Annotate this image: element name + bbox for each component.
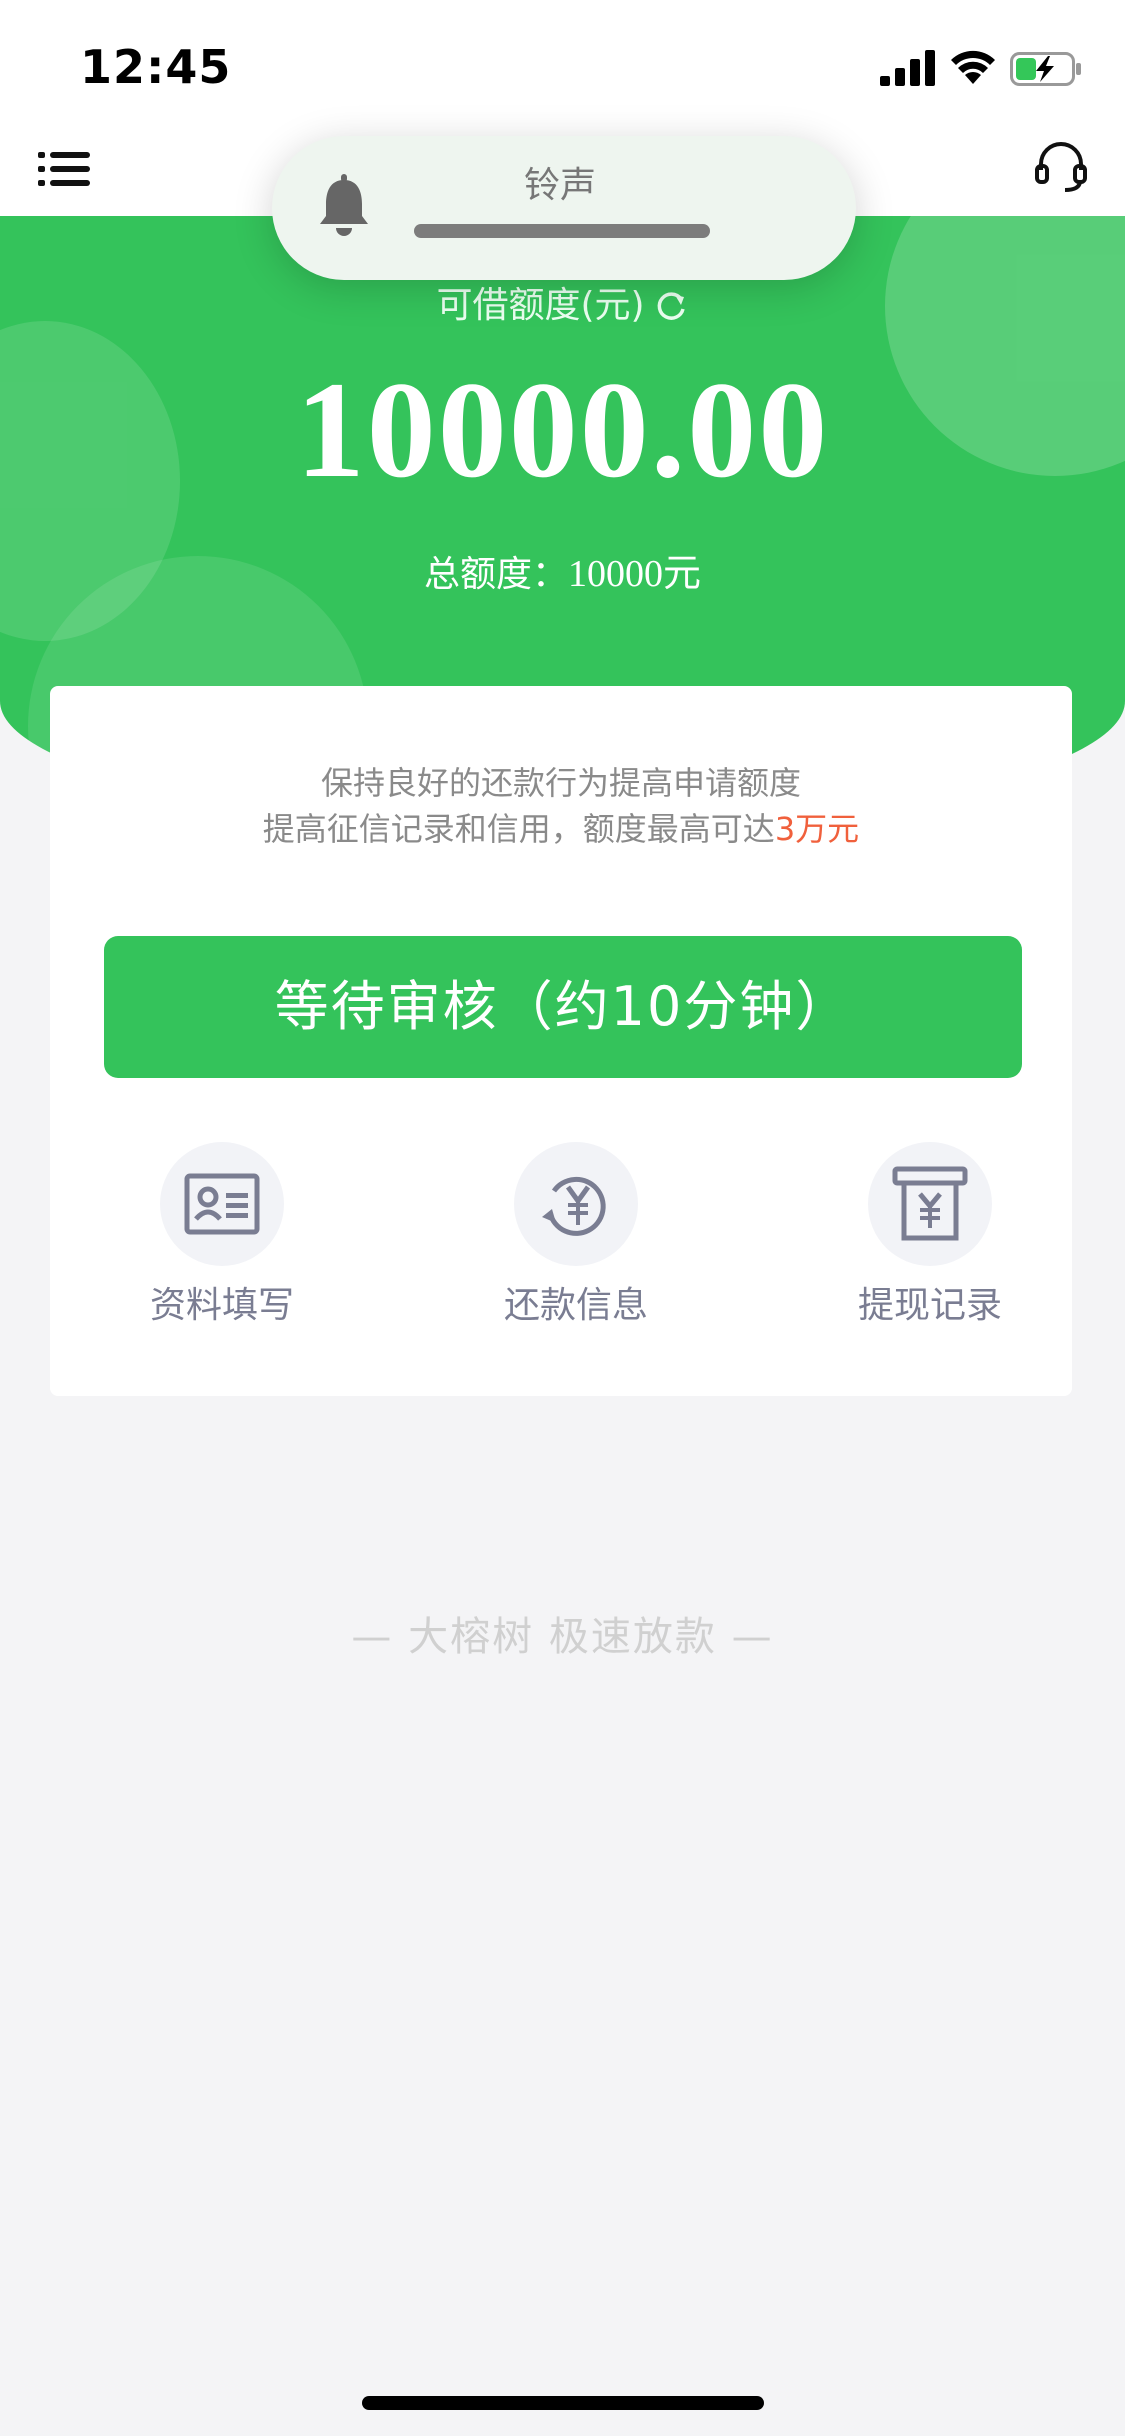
total-credit-label: 总额度： [423, 554, 568, 595]
brand-slogan: — 大榕树 极速放款 — [351, 1614, 774, 1660]
available-credit-label-text: 可借额度(元) [436, 285, 645, 326]
withdraw-record-icon [868, 1142, 992, 1266]
total-credit-value: 10000元 [568, 553, 702, 595]
quick-action-label: 资料填写 [149, 1285, 294, 1326]
ringer-title: 铃声 [523, 165, 596, 206]
available-credit-amount: 10000.00 [295, 353, 830, 506]
credit-tip-line1: 保持良好的还款行为提高申请额度 [320, 764, 801, 802]
pending-review-button[interactable]: 等待审核（约10分钟） [104, 936, 1022, 1078]
quick-action-label: 提现记录 [857, 1285, 1002, 1326]
wifi-icon [951, 50, 995, 84]
total-credit: 总额度：10000元 [0, 542, 1125, 597]
customer-service-headset-icon[interactable] [1035, 140, 1087, 194]
credit-tip-line2: 提高征信记录和信用，额度最高可达3万元 [50, 804, 1072, 850]
home-indicator[interactable] [362, 2396, 764, 2410]
bell-icon [320, 174, 368, 236]
battery-charging-icon [1010, 52, 1081, 86]
quick-action-label: 还款信息 [503, 1285, 648, 1326]
credit-tip-line2-text: 提高征信记录和信用，额度最高可达 [262, 810, 775, 848]
credit-tip-max-amount: 3万元 [774, 810, 860, 848]
quick-action-repayment[interactable]: 还款信息 [466, 1142, 686, 1328]
available-credit-label: 可借额度(元) [0, 276, 1125, 328]
id-card-icon [160, 1142, 284, 1266]
ringer-volume-bar [414, 224, 710, 238]
status-time: 12:45 [80, 40, 232, 94]
cellular-signal-icon [880, 50, 935, 86]
yuan-repay-icon [514, 1142, 638, 1266]
quick-action-withdraw-record[interactable]: 提现记录 [820, 1142, 1040, 1328]
quick-action-profile[interactable]: 资料填写 [112, 1142, 332, 1328]
refresh-icon[interactable] [653, 289, 689, 325]
menu-list-icon[interactable] [38, 150, 90, 188]
